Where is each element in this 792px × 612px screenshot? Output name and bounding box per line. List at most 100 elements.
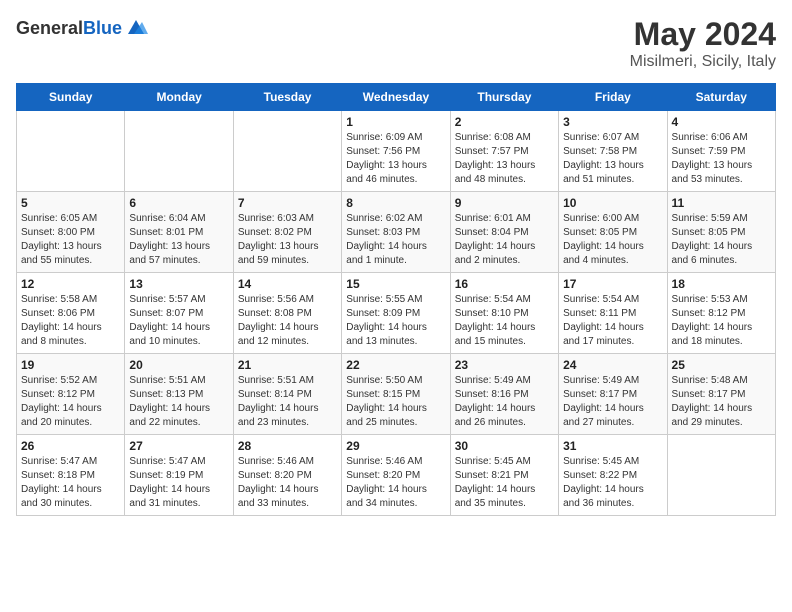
day-number: 10 xyxy=(563,196,662,210)
day-number: 30 xyxy=(455,439,554,453)
calendar-table: SundayMondayTuesdayWednesdayThursdayFrid… xyxy=(16,83,776,516)
day-info: Sunrise: 5:48 AM Sunset: 8:17 PM Dayligh… xyxy=(672,374,771,430)
day-number: 17 xyxy=(563,277,662,291)
day-number: 19 xyxy=(21,358,120,372)
logo-general-text: GeneralBlue xyxy=(16,18,122,39)
calendar-cell: 20 Sunrise: 5:51 AM Sunset: 8:13 PM Dayli… xyxy=(125,354,233,435)
calendar-cell: 3Sunrise: 6:07 AM Sunset: 7:58 PM Daylig… xyxy=(559,111,667,192)
calendar-cell: 29 Sunrise: 5:46 AM Sunset: 8:20 PM Dayli… xyxy=(342,435,450,516)
weekday-header-friday: Friday xyxy=(559,84,667,111)
calendar-cell: 1Sunrise: 6:09 AM Sunset: 7:56 PM Daylig… xyxy=(342,111,450,192)
week-row-2: 5 Sunrise: 6:05 AM Sunset: 8:00 PM Daylig… xyxy=(17,192,776,273)
day-info: Sunrise: 5:54 AM Sunset: 8:11 PM Dayligh… xyxy=(563,293,662,349)
day-number: 31 xyxy=(563,439,662,453)
day-number: 22 xyxy=(346,358,445,372)
calendar-cell xyxy=(17,111,125,192)
day-info: Sunrise: 6:01 AM Sunset: 8:04 PM Dayligh… xyxy=(455,212,554,268)
logo: GeneralBlue xyxy=(16,16,148,40)
weekday-header-tuesday: Tuesday xyxy=(233,84,341,111)
calendar-cell: 18 Sunrise: 5:53 AM Sunset: 8:12 PM Dayli… xyxy=(667,273,775,354)
day-number: 6 xyxy=(129,196,228,210)
calendar-cell: 30 Sunrise: 5:45 AM Sunset: 8:21 PM Dayli… xyxy=(450,435,558,516)
calendar-cell xyxy=(667,435,775,516)
day-number: 27 xyxy=(129,439,228,453)
day-number: 14 xyxy=(238,277,337,291)
calendar-cell: 25 Sunrise: 5:48 AM Sunset: 8:17 PM Dayli… xyxy=(667,354,775,435)
day-info: Sunrise: 5:53 AM Sunset: 8:12 PM Dayligh… xyxy=(672,293,771,349)
day-info: Sunrise: 6:02 AM Sunset: 8:03 PM Dayligh… xyxy=(346,212,445,268)
calendar-cell: 17 Sunrise: 5:54 AM Sunset: 8:11 PM Dayli… xyxy=(559,273,667,354)
day-number: 18 xyxy=(672,277,771,291)
calendar-cell: 21 Sunrise: 5:51 AM Sunset: 8:14 PM Dayli… xyxy=(233,354,341,435)
weekday-header-sunday: Sunday xyxy=(17,84,125,111)
day-info: Sunrise: 6:00 AM Sunset: 8:05 PM Dayligh… xyxy=(563,212,662,268)
day-info: Sunrise: 5:51 AM Sunset: 8:13 PM Dayligh… xyxy=(129,374,228,430)
weekday-header-monday: Monday xyxy=(125,84,233,111)
day-number: 15 xyxy=(346,277,445,291)
weekday-header-thursday: Thursday xyxy=(450,84,558,111)
day-number: 13 xyxy=(129,277,228,291)
day-number: 28 xyxy=(238,439,337,453)
day-info: Sunrise: 5:55 AM Sunset: 8:09 PM Dayligh… xyxy=(346,293,445,349)
day-number: 8 xyxy=(346,196,445,210)
day-number: 26 xyxy=(21,439,120,453)
calendar-cell: 12 Sunrise: 5:58 AM Sunset: 8:06 PM Dayli… xyxy=(17,273,125,354)
week-row-5: 26Sunrise: 5:47 AM Sunset: 8:18 PM Dayli… xyxy=(17,435,776,516)
day-info: Sunrise: 5:47 AM Sunset: 8:19 PM Dayligh… xyxy=(129,455,228,511)
main-title: May 2024 xyxy=(630,16,776,53)
day-info: Sunrise: 5:45 AM Sunset: 8:22 PM Dayligh… xyxy=(563,455,662,511)
day-info: Sunrise: 6:04 AM Sunset: 8:01 PM Dayligh… xyxy=(129,212,228,268)
day-info: Sunrise: 5:46 AM Sunset: 8:20 PM Dayligh… xyxy=(346,455,445,511)
day-number: 5 xyxy=(21,196,120,210)
calendar-cell: 4 Sunrise: 6:06 AM Sunset: 7:59 PM Daylig… xyxy=(667,111,775,192)
day-info: Sunrise: 5:58 AM Sunset: 8:06 PM Dayligh… xyxy=(21,293,120,349)
day-info: Sunrise: 6:05 AM Sunset: 8:00 PM Dayligh… xyxy=(21,212,120,268)
calendar-cell: 9 Sunrise: 6:01 AM Sunset: 8:04 PM Daylig… xyxy=(450,192,558,273)
calendar-cell xyxy=(233,111,341,192)
week-row-1: 1Sunrise: 6:09 AM Sunset: 7:56 PM Daylig… xyxy=(17,111,776,192)
calendar-cell: 15 Sunrise: 5:55 AM Sunset: 8:09 PM Dayli… xyxy=(342,273,450,354)
calendar-cell: 31 Sunrise: 5:45 AM Sunset: 8:22 PM Dayli… xyxy=(559,435,667,516)
weekday-header-wednesday: Wednesday xyxy=(342,84,450,111)
weekday-header-saturday: Saturday xyxy=(667,84,775,111)
calendar-cell: 11 Sunrise: 5:59 AM Sunset: 8:05 PM Dayli… xyxy=(667,192,775,273)
day-info: Sunrise: 6:06 AM Sunset: 7:59 PM Dayligh… xyxy=(672,131,771,187)
day-info: Sunrise: 5:56 AM Sunset: 8:08 PM Dayligh… xyxy=(238,293,337,349)
day-info: Sunrise: 5:49 AM Sunset: 8:16 PM Dayligh… xyxy=(455,374,554,430)
day-info: Sunrise: 5:50 AM Sunset: 8:15 PM Dayligh… xyxy=(346,374,445,430)
calendar-cell: 23 Sunrise: 5:49 AM Sunset: 8:16 PM Dayli… xyxy=(450,354,558,435)
day-number: 9 xyxy=(455,196,554,210)
day-number: 23 xyxy=(455,358,554,372)
title-area: May 2024 Misilmeri, Sicily, Italy xyxy=(630,16,776,71)
calendar-cell: 2 Sunrise: 6:08 AM Sunset: 7:57 PM Daylig… xyxy=(450,111,558,192)
weekday-header-row: SundayMondayTuesdayWednesdayThursdayFrid… xyxy=(17,84,776,111)
day-info: Sunrise: 5:49 AM Sunset: 8:17 PM Dayligh… xyxy=(563,374,662,430)
day-info: Sunrise: 5:51 AM Sunset: 8:14 PM Dayligh… xyxy=(238,374,337,430)
day-number: 29 xyxy=(346,439,445,453)
calendar-cell: 8 Sunrise: 6:02 AM Sunset: 8:03 PM Daylig… xyxy=(342,192,450,273)
calendar-cell: 14 Sunrise: 5:56 AM Sunset: 8:08 PM Dayli… xyxy=(233,273,341,354)
day-info: Sunrise: 6:03 AM Sunset: 8:02 PM Dayligh… xyxy=(238,212,337,268)
calendar-cell: 6 Sunrise: 6:04 AM Sunset: 8:01 PM Daylig… xyxy=(125,192,233,273)
day-info: Sunrise: 6:09 AM Sunset: 7:56 PM Dayligh… xyxy=(346,131,445,187)
day-number: 21 xyxy=(238,358,337,372)
day-number: 4 xyxy=(672,115,771,129)
calendar-cell: 10 Sunrise: 6:00 AM Sunset: 8:05 PM Dayli… xyxy=(559,192,667,273)
calendar-cell: 28 Sunrise: 5:46 AM Sunset: 8:20 PM Dayli… xyxy=(233,435,341,516)
day-info: Sunrise: 5:45 AM Sunset: 8:21 PM Dayligh… xyxy=(455,455,554,511)
day-info: Sunrise: 5:59 AM Sunset: 8:05 PM Dayligh… xyxy=(672,212,771,268)
calendar-cell: 16Sunrise: 5:54 AM Sunset: 8:10 PM Dayli… xyxy=(450,273,558,354)
day-info: Sunrise: 6:07 AM Sunset: 7:58 PM Dayligh… xyxy=(563,131,662,187)
day-number: 25 xyxy=(672,358,771,372)
day-info: Sunrise: 6:08 AM Sunset: 7:57 PM Dayligh… xyxy=(455,131,554,187)
day-number: 7 xyxy=(238,196,337,210)
day-info: Sunrise: 5:46 AM Sunset: 8:20 PM Dayligh… xyxy=(238,455,337,511)
calendar-cell: 24Sunrise: 5:49 AM Sunset: 8:17 PM Dayli… xyxy=(559,354,667,435)
week-row-3: 12 Sunrise: 5:58 AM Sunset: 8:06 PM Dayli… xyxy=(17,273,776,354)
day-number: 11 xyxy=(672,196,771,210)
subtitle: Misilmeri, Sicily, Italy xyxy=(630,53,776,71)
day-number: 2 xyxy=(455,115,554,129)
day-number: 12 xyxy=(21,277,120,291)
day-number: 20 xyxy=(129,358,228,372)
calendar-cell: 22 Sunrise: 5:50 AM Sunset: 8:15 PM Dayli… xyxy=(342,354,450,435)
